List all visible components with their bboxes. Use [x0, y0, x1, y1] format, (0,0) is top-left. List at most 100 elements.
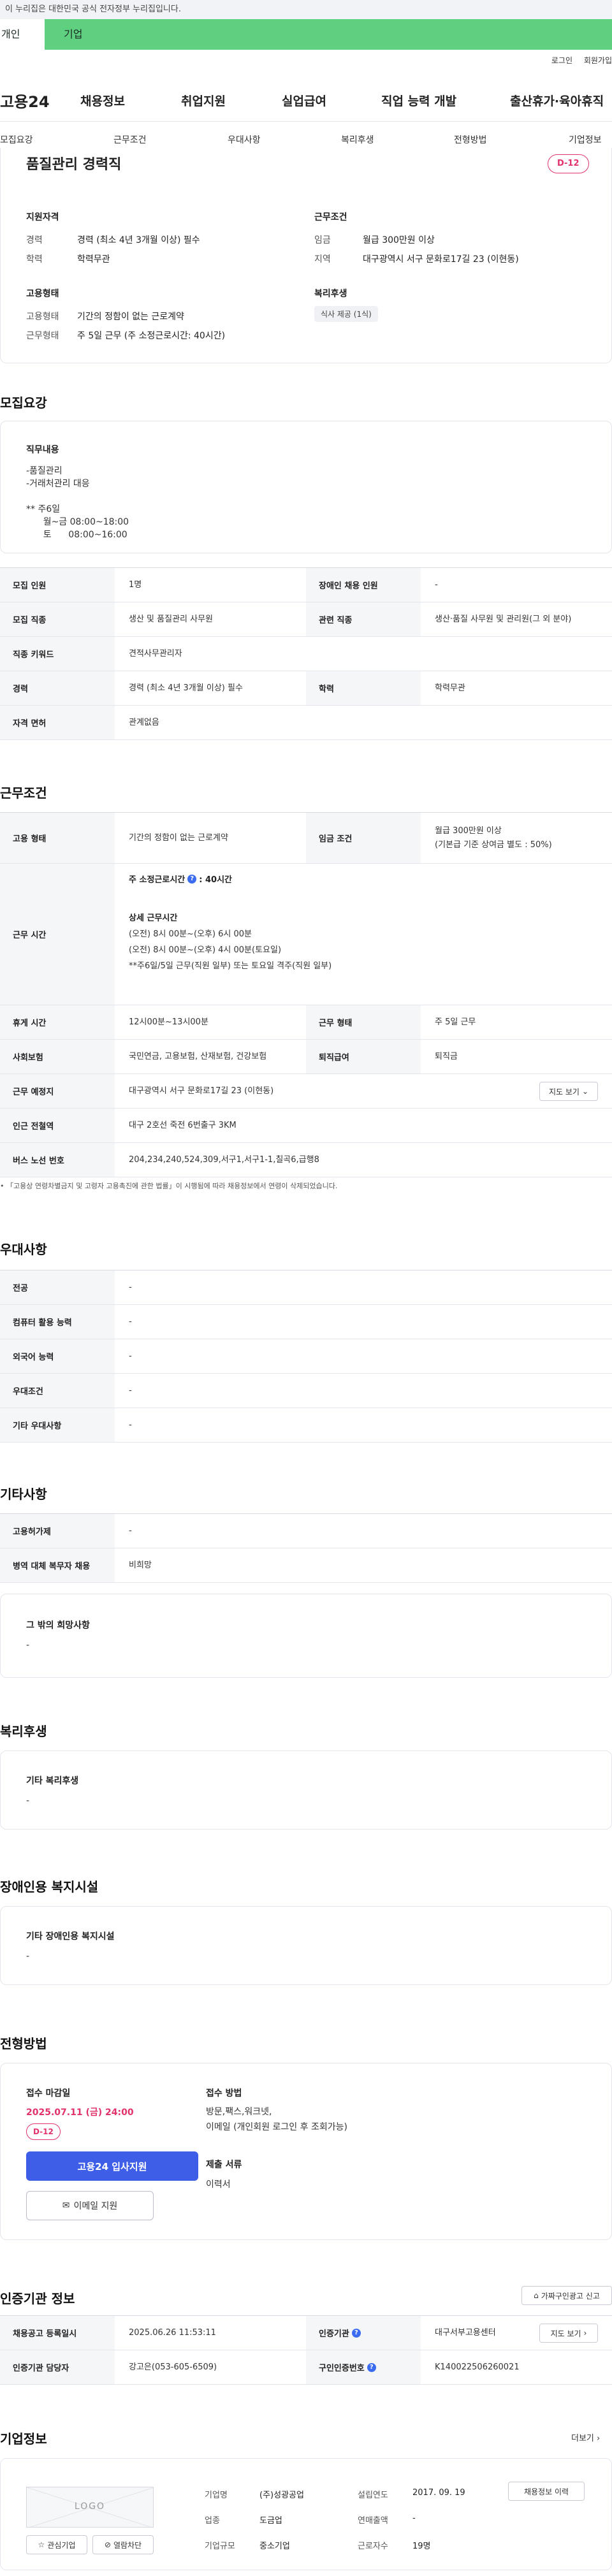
gnb-item-employment-support[interactable]: 취업지원: [181, 92, 226, 109]
company-founded-label: 설립연도: [358, 2491, 388, 2500]
subnav-work[interactable]: 근무조건: [113, 133, 147, 146]
table-header-cell: 학력: [306, 671, 421, 705]
table-header-cell: 휴게 시간: [0, 1005, 115, 1039]
chevron-right-icon: ›: [583, 2329, 587, 2338]
help-icon[interactable]: ?: [367, 2362, 376, 2372]
table-cell: 퇴직금: [435, 1051, 458, 1061]
table-cell: 강고은(053-605-6509): [129, 2362, 217, 2372]
company-more-label: 더보기: [571, 2434, 594, 2443]
table-header-cell: 고용 형태: [0, 813, 115, 863]
login-link[interactable]: 로그인: [551, 56, 572, 65]
site-logo[interactable]: 고용24: [0, 89, 50, 112]
table-row: 우대조건 -: [0, 1374, 612, 1408]
map-view-label: 지도 보기: [548, 1087, 579, 1096]
subnav-preference[interactable]: 우대사항: [228, 133, 261, 146]
gnb-item-jobs[interactable]: 채용정보: [80, 92, 125, 109]
subnav-recruit[interactable]: 모집요강: [0, 133, 33, 146]
help-icon[interactable]: ?: [187, 874, 197, 884]
weekly-hours-label: 주 소정근로시간: [129, 875, 186, 885]
table-cell: K140022506260021: [435, 2362, 520, 2372]
gnb-item-parental-leave[interactable]: 출산휴가·육아휴직: [510, 92, 604, 109]
table-header-cell: 장애인 채용 인원: [306, 568, 421, 602]
qualification-heading: 지원자격: [26, 212, 59, 222]
table-cell: 대구서부고용센터: [435, 2327, 496, 2338]
table-header-cell: 우대조건: [0, 1374, 115, 1408]
welfare-section-title: 복리후생: [0, 1724, 47, 1739]
table-header-cell: 기타 우대사항: [0, 1408, 115, 1442]
company-founded-value: 2017. 09. 19: [412, 2488, 465, 2498]
table-header-cell: 인증기관 담당자: [0, 2350, 115, 2384]
job-summary-card: 품질관리 경력직 D-12 지원자격 경력 경력 (최소 4년 3개월 이상) …: [0, 148, 612, 363]
employment-type-label: 고용형태: [26, 312, 59, 322]
apply-button[interactable]: 고용24 입사지원: [26, 2151, 198, 2181]
table-row: 모집 인원 1명 장애인 채용 인원 -: [0, 568, 612, 602]
table-row: 사회보험 국민연금, 고용보험, 산재보험, 건강보험 퇴직급여 퇴직금: [0, 1040, 612, 1074]
cert-map-button[interactable]: 지도 보기 ›: [539, 2324, 598, 2343]
docs-value: 이력서: [206, 2179, 231, 2190]
table-cell: 월급 300만원 이상 (기본급 기준 상여금 별도 : 50%): [435, 826, 552, 850]
cert-table: 채용공고 등록일시 2025.06.26 11:53:11 인증기관? 대구서부…: [0, 2315, 612, 2385]
disability-section-title: 장애인용 복지시설: [0, 1879, 99, 1895]
table-row: 기타 우대사항 -: [0, 1408, 612, 1443]
subnav-welfare[interactable]: 복리후생: [341, 133, 374, 146]
report-fake-ad-button[interactable]: ⌂ 가짜구인광고 신고: [521, 2286, 612, 2305]
cert-number-label: 구인인증번호: [319, 2364, 365, 2373]
dday-badge: D-12: [548, 154, 589, 173]
tab-personal[interactable]: 개인: [0, 19, 45, 50]
work-heading: 근무조건: [314, 212, 347, 222]
company-size-label: 기업규모: [205, 2542, 235, 2551]
gnb-item-vocational-training[interactable]: 직업 능력 개발: [381, 92, 456, 109]
table-cell: -: [129, 1525, 132, 1536]
education-label: 학력: [26, 254, 43, 265]
company-industry-label: 업종: [205, 2516, 220, 2526]
table-header-cell: 인증기관?: [306, 2316, 421, 2350]
deadline-heading: 접수 마감일: [26, 2088, 71, 2099]
company-more-link[interactable]: 더보기 ›: [571, 2431, 600, 2443]
gov-notice-text: 이 누리집은 대한민국 공식 전자정부 누리집입니다.: [5, 4, 181, 14]
table-header-cell: 구인인증번호?: [306, 2350, 421, 2384]
preference-section-title: 우대사항: [0, 1242, 47, 1257]
interest-company-button[interactable]: ☆ 관심기업: [26, 2535, 87, 2554]
job-history-button[interactable]: 채용정보 이력: [508, 2482, 585, 2501]
table-cell: 경력 (최소 4년 3개월 이상) 필수: [129, 683, 243, 693]
selection-box: 접수 마감일 2025.07.11 (금) 24:00 D-12 고용24 입사…: [0, 2063, 612, 2240]
block-icon: ⊘: [104, 2540, 111, 2549]
work-table: 고용 형태 기간의 정함이 없는 근로계약 임금 조건 월급 300만원 이상 …: [0, 812, 612, 1177]
table-header-cell: 근무 예정지: [0, 1074, 115, 1108]
table-cell: 기간의 정함이 없는 근로계약: [129, 833, 228, 843]
subnav-company[interactable]: 기업정보: [569, 133, 602, 146]
recruit-section-title: 모집요강: [0, 395, 47, 411]
tab-company[interactable]: 기업: [64, 19, 82, 50]
company-size-value: 중소기업: [259, 2542, 290, 2551]
table-cell: 국민연금, 고용보험, 산재보험, 건강보험: [129, 1051, 267, 1061]
table-header-cell: 고용허가제: [0, 1514, 115, 1548]
signup-link[interactable]: 회원가입: [584, 56, 612, 65]
selection-section-title: 전형방법: [0, 2036, 47, 2051]
welfare-box-value: -: [26, 1796, 30, 1806]
gnb-item-unemployment-benefits[interactable]: 실업급여: [282, 92, 326, 109]
etc-extra-value: -: [26, 1640, 30, 1650]
selection-dday-badge: D-12: [26, 2123, 61, 2140]
table-cell: -: [129, 1351, 132, 1361]
logo-placeholder-text: LOGO: [74, 2501, 106, 2512]
method-heading: 접수 방법: [206, 2088, 242, 2099]
cert-agency-label: 인증기관: [319, 2329, 349, 2339]
help-icon[interactable]: ?: [351, 2328, 361, 2338]
map-view-button[interactable]: 지도 보기 ⌄: [539, 1082, 598, 1101]
table-cell: 2025.06.26 11:53:11: [129, 2327, 216, 2338]
user-type-tabs: 개인 기업: [0, 19, 612, 50]
bullet-icon: •: [0, 1182, 6, 1190]
block-view-button[interactable]: ⊘ 열람차단: [92, 2535, 154, 2554]
table-header-cell: 모집 직종: [0, 602, 115, 636]
table-cell: 견적사무관리자: [129, 648, 182, 659]
region-label: 지역: [314, 254, 331, 265]
employment-type-value: 기간의 정함이 없는 근로계약: [77, 312, 184, 322]
subnav-selection[interactable]: 전형방법: [454, 133, 487, 146]
table-cell: 생산·품질 사무원 및 관리원(그 외 분야): [435, 614, 572, 624]
table-cell: 1명: [129, 579, 142, 590]
preference-table: 전공 - 컴퓨터 활용 능력 - 외국어 능력 - 우대조건 - 기타 우대사항…: [0, 1270, 612, 1443]
method-text: 방문,팩스,워크넷, 이메일 (개인회원 로그인 후 조회가능): [206, 2107, 347, 2132]
table-row: 경력 경력 (최소 4년 3개월 이상) 필수 학력 학력무관: [0, 671, 612, 706]
report-fake-ad-label: 가짜구인광고 신고: [541, 2291, 600, 2301]
email-apply-button[interactable]: ✉ 이메일 지원: [26, 2191, 154, 2220]
